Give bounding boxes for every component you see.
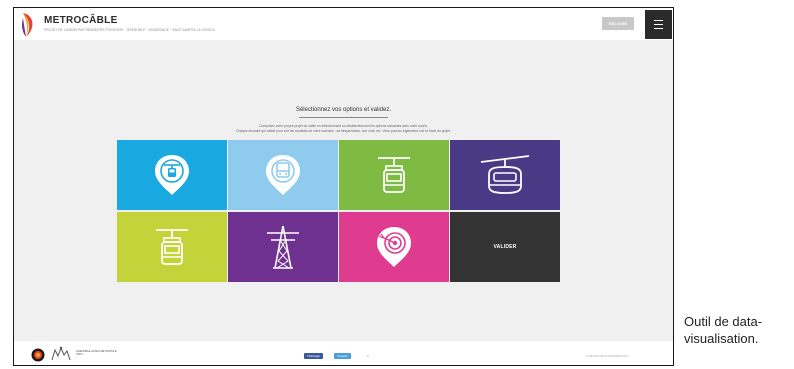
intro-line-1: Composez votre propre projet du câble en…: [259, 124, 428, 128]
partner-text: GRENOBLE-ALPES MÉTROPOLE SMTC: [76, 350, 117, 357]
site-footer: GRENOBLE-ALPES MÉTROPOLE SMTC f Partager…: [14, 341, 673, 365]
option-tile-station[interactable]: [117, 140, 227, 210]
share-count: 0: [367, 354, 369, 358]
site-header: METROCÂBLE PROJET DE LIAISON PAR REMONTÉ…: [14, 8, 673, 40]
option-tile-cable-car[interactable]: [339, 140, 449, 210]
page-heading: Sélectionnez vos options et validez.: [295, 107, 392, 113]
option-tile-cabin[interactable]: [117, 212, 227, 282]
cable-car-cabin-icon: [378, 157, 410, 193]
option-tile-bus[interactable]: [228, 140, 338, 210]
option-tile-gondola[interactable]: [450, 140, 560, 210]
facebook-share-button[interactable]: f Partager: [304, 353, 324, 359]
validate-label: VALIDER: [493, 244, 517, 250]
login-button[interactable]: RELOGIN: [602, 17, 634, 30]
twitter-share-button[interactable]: Tweeter: [334, 353, 351, 359]
station-map-pin-icon: [155, 155, 189, 195]
option-tile-pylon[interactable]: [228, 212, 338, 282]
options-grid: VALIDER: [117, 140, 560, 282]
gondola-cabin-icon: [480, 155, 530, 194]
pylon-icon: [267, 225, 299, 269]
menu-button[interactable]: [645, 10, 672, 39]
hamburger-menu-icon: [654, 20, 663, 22]
browser-viewport: METROCÂBLE PROJET DE LIAISON PAR REMONTÉ…: [13, 7, 674, 366]
cable-car-cabin-icon: [156, 229, 188, 265]
site-brand[interactable]: METROCÂBLE: [44, 15, 118, 26]
bus-map-pin-icon: [266, 155, 300, 195]
metrocable-logo-icon[interactable]: [18, 12, 40, 43]
option-tile-target[interactable]: [339, 212, 449, 282]
footer-copyright: © MÉTROCÂBLE GRENOBLE 2014: [586, 355, 629, 358]
figure-caption: Outil de data-visualisation.: [684, 314, 763, 346]
intro-line-2: Chaque encadré qui validé pour voir les …: [236, 129, 451, 133]
site-tagline: PROJET DE LIAISON PAR REMONTÉE POINTOISE…: [44, 28, 215, 32]
partner-logo-icon[interactable]: [50, 346, 72, 365]
heading-divider: [299, 117, 388, 118]
metro-logo-icon[interactable]: [31, 348, 45, 365]
target-map-pin-icon: [377, 227, 411, 267]
validate-button[interactable]: VALIDER: [450, 212, 560, 282]
